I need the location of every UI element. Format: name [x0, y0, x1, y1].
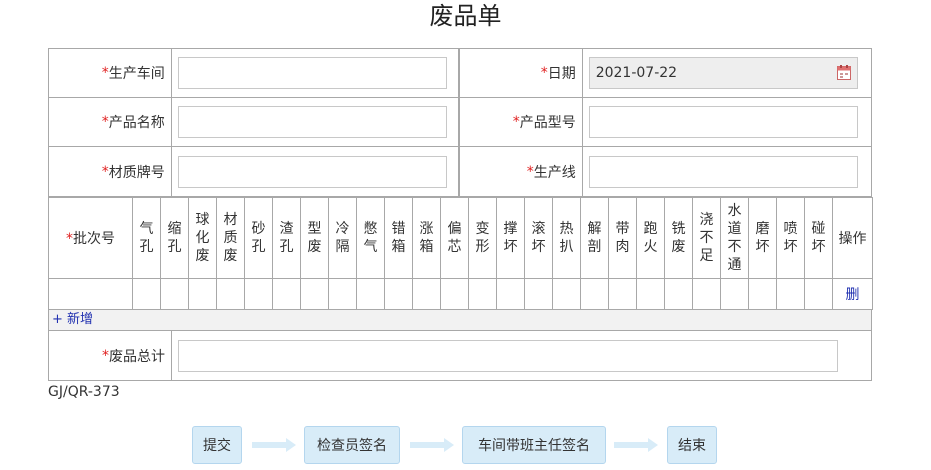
defect-count-cell[interactable] [356, 278, 385, 310]
defect-count-cell[interactable] [496, 278, 525, 310]
flow-step-supervisor[interactable]: 车间带班主任签名 [462, 426, 606, 464]
form-code: GJ/QR-373 [48, 384, 120, 400]
defect-header-4: 砂孔 [244, 197, 273, 279]
batch-cell[interactable] [48, 278, 133, 310]
defect-header-15: 热扒 [552, 197, 581, 279]
defect-header-6: 型废 [300, 197, 329, 279]
form-row-material-line: * 材质牌号 * 生产线 [48, 147, 872, 197]
defect-count-cell[interactable] [188, 278, 217, 310]
defect-header-11: 偏芯 [440, 197, 469, 279]
flow-arrow-icon [252, 438, 296, 452]
defect-count-cell[interactable] [776, 278, 805, 310]
defect-count-cell[interactable] [160, 278, 189, 310]
defect-count-cell[interactable] [748, 278, 777, 310]
defect-count-cell[interactable] [216, 278, 245, 310]
defect-count-cell[interactable] [804, 278, 833, 310]
form-row-product: * 产品名称 * 产品型号 [48, 98, 872, 147]
product-model-input[interactable] [588, 106, 858, 138]
add-row-button[interactable]: + 新增 [48, 310, 872, 331]
defect-count-cell[interactable] [664, 278, 693, 310]
delete-row-button[interactable]: 删 [846, 287, 860, 303]
product-name-input[interactable] [177, 106, 447, 138]
defect-header-9: 错箱 [384, 197, 413, 279]
workshop-input[interactable] [177, 57, 447, 89]
defect-count-cell[interactable] [720, 278, 749, 310]
defect-header-3: 材质废 [216, 197, 245, 279]
batch-header: *批次号 [48, 197, 133, 279]
defect-header-5: 渣孔 [272, 197, 301, 279]
production-line-input[interactable] [588, 155, 858, 188]
defect-count-cell[interactable] [692, 278, 721, 310]
flow-arrow-icon [614, 438, 658, 452]
defect-header-14: 滚坏 [524, 197, 553, 279]
form-row-workshop-date: * 生产车间 * 日期 [48, 48, 872, 98]
scrap-form: *生产车间 *日期 *产品名称 *产品型号 *材质牌号 *生产线 *批次号气孔缩… [48, 48, 873, 381]
total-input[interactable] [178, 339, 838, 372]
defect-header-1: 缩孔 [160, 197, 189, 279]
product-model-label: * 产品型号 [460, 98, 583, 146]
date-input[interactable] [588, 57, 858, 89]
defect-header-13: 撑坏 [496, 197, 525, 279]
page-title: 废品单 [429, 2, 502, 30]
defect-count-cell[interactable] [272, 278, 301, 310]
product-name-label: * 产品名称 [49, 98, 172, 146]
action-cell: 删 [832, 278, 873, 310]
material-label: * 材质牌号 [49, 147, 172, 196]
total-label: * 废品总计 [49, 331, 172, 380]
defect-count-cell[interactable] [552, 278, 581, 310]
defect-count-cell[interactable] [412, 278, 441, 310]
workshop-label: * 生产车间 [49, 49, 172, 97]
defect-header-22: 磨坏 [748, 197, 777, 279]
defect-header-2: 球化废 [188, 197, 217, 279]
defect-count-cell[interactable] [636, 278, 665, 310]
flow-step-inspector[interactable]: 检查员签名 [304, 426, 400, 464]
defect-header-8: 憋气 [356, 197, 385, 279]
defect-count-cell[interactable] [468, 278, 497, 310]
calendar-icon[interactable] [837, 65, 851, 80]
material-input[interactable] [177, 155, 447, 188]
table-row: 删 [48, 278, 873, 310]
flow-step-submit[interactable]: 提交 [192, 426, 242, 464]
defect-header-20: 浇不足 [692, 197, 721, 279]
defect-count-cell[interactable] [524, 278, 553, 310]
defect-header-17: 带肉 [608, 197, 637, 279]
defect-count-cell[interactable] [244, 278, 273, 310]
defect-header-23: 喷坏 [776, 197, 805, 279]
defect-count-cell[interactable] [300, 278, 329, 310]
defect-header-21: 水道不通 [720, 197, 749, 279]
defect-header-16: 解剖 [580, 197, 609, 279]
form-row-total: * 废品总计 [48, 331, 872, 381]
flow-step-end[interactable]: 结束 [667, 426, 717, 464]
defect-header-18: 跑火 [636, 197, 665, 279]
defect-count-cell[interactable] [580, 278, 609, 310]
defect-header-12: 变形 [468, 197, 497, 279]
defect-header-7: 冷隔 [328, 197, 357, 279]
defect-count-cell[interactable] [440, 278, 469, 310]
defect-header-24: 碰坏 [804, 197, 833, 279]
defect-header-19: 铣废 [664, 197, 693, 279]
action-header: 操作 [832, 197, 873, 279]
date-label: * 日期 [460, 49, 583, 97]
flow-arrow-icon [410, 438, 454, 452]
defect-count-cell[interactable] [328, 278, 357, 310]
defect-count-cell[interactable] [608, 278, 637, 310]
defect-count-cell[interactable] [384, 278, 413, 310]
defect-header-row: *批次号 气孔 缩孔 球化废 材质废 砂孔 渣孔 型废 冷隔 憋气 错箱 涨箱 偏芯 变形 撑坏 滚坏 热扒 解剖… [48, 197, 873, 279]
defect-table: *批次号 气孔 缩孔 球化废 材质废 砂孔 渣孔 型废 冷隔 憋气 错箱 涨箱 偏芯 变形 撑坏 滚坏 热扒 解剖… [48, 197, 873, 310]
defect-header-10: 涨箱 [412, 197, 441, 279]
defect-count-cell[interactable] [132, 278, 161, 310]
production-line-label: * 生产线 [460, 147, 583, 196]
defect-header-0: 气孔 [132, 197, 161, 279]
